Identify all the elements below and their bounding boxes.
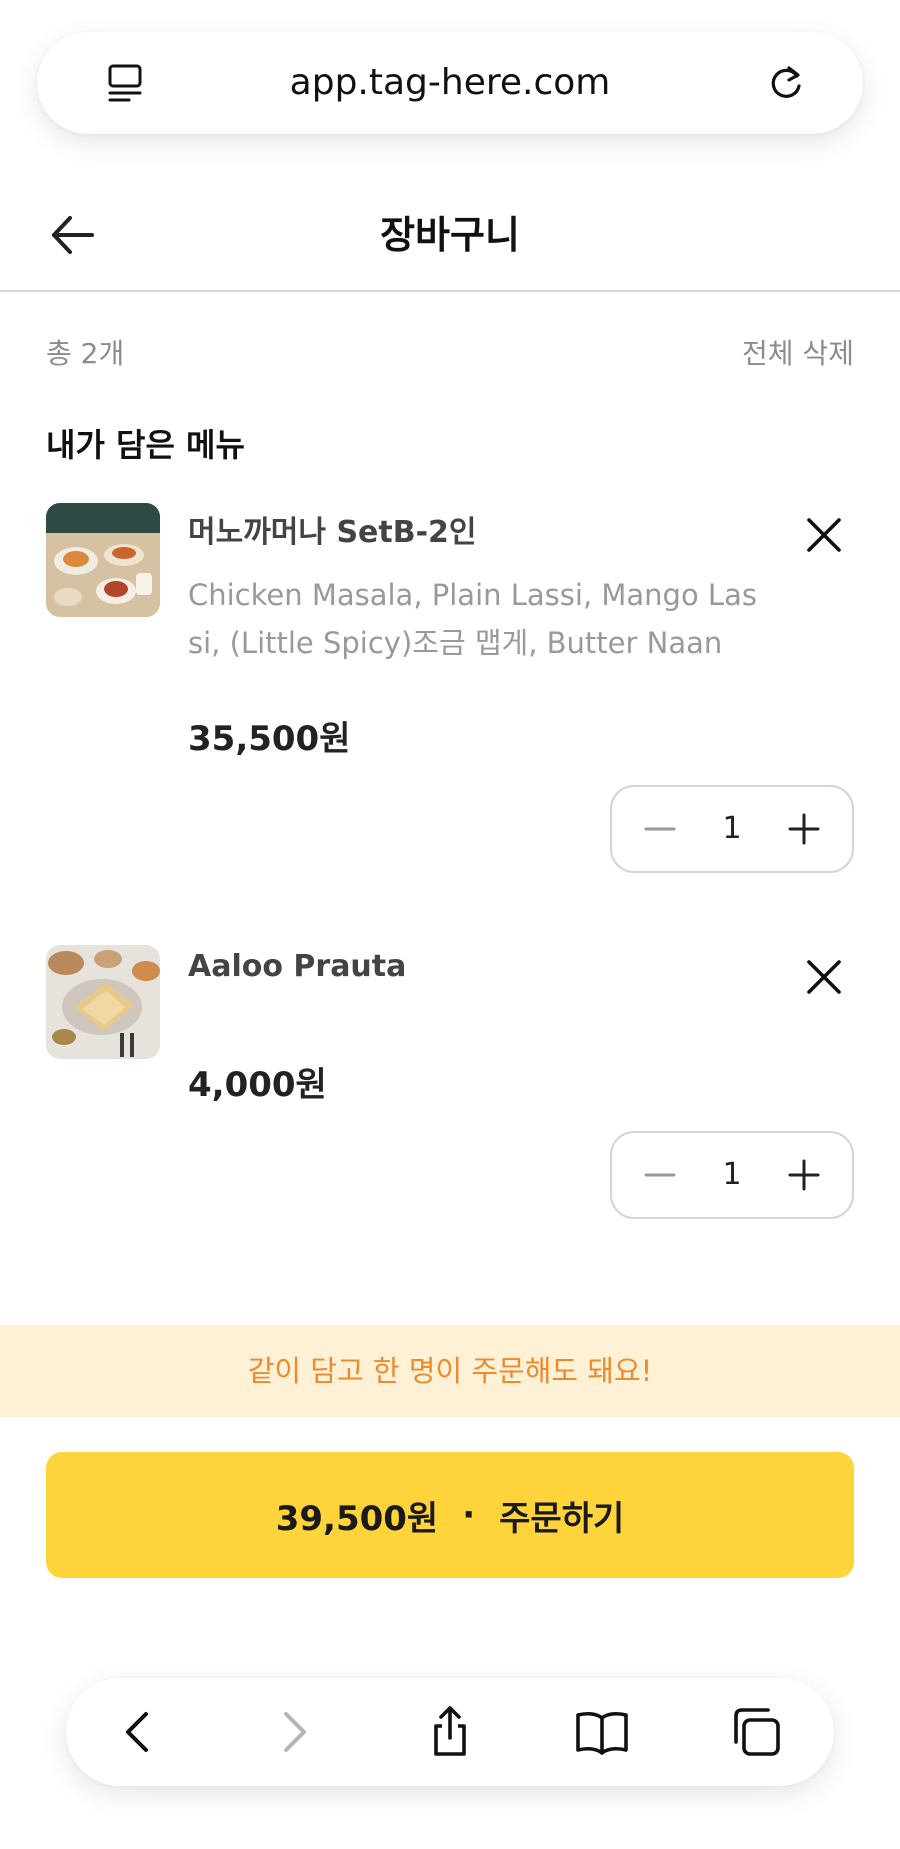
quantity-value: 1: [722, 1157, 742, 1192]
item-name: 머노까머나 SetB-2인: [188, 515, 477, 550]
url-text[interactable]: app.tag-here.com: [37, 32, 863, 134]
reload-icon[interactable]: [765, 62, 807, 104]
plus-icon[interactable]: [784, 809, 824, 849]
item-name: Aaloo Prauta: [188, 949, 407, 984]
item-price: 4,000원: [188, 1065, 327, 1105]
order-button[interactable]: 39,500원 · 주문하기: [46, 1452, 854, 1578]
order-total: 39,500원: [275, 1498, 439, 1539]
order-separator: ·: [462, 1495, 476, 1535]
bookmarks-icon[interactable]: [574, 1704, 630, 1760]
minus-icon[interactable]: [640, 809, 680, 849]
group-order-notice: 같이 담고 한 명이 주문해도 돼요!: [0, 1325, 900, 1417]
minus-icon[interactable]: [640, 1155, 680, 1195]
share-icon[interactable]: [422, 1704, 478, 1760]
forward-icon[interactable]: [266, 1704, 322, 1760]
clear-all-button[interactable]: 전체 삭제: [742, 332, 854, 372]
item-price: 35,500원: [188, 719, 351, 759]
item-options-line: Chicken Masala, Plain Lassi, Mango Las: [188, 578, 757, 612]
quantity-stepper: 1: [610, 785, 854, 873]
close-icon[interactable]: [804, 515, 844, 555]
order-label: 주문하기: [499, 1498, 625, 1539]
back-icon[interactable]: [110, 1704, 166, 1760]
total-count: 총 2개: [46, 337, 125, 370]
quantity-stepper: 1: [610, 1131, 854, 1219]
browser-toolbar: [66, 1678, 834, 1786]
plus-icon[interactable]: [784, 1155, 824, 1195]
page-header: 장바구니: [0, 180, 900, 292]
cart-item: Aaloo Prauta 4,000원 1: [0, 945, 900, 1225]
cart-summary: 총 2개 전체 삭제: [46, 332, 854, 372]
tabs-icon[interactable]: [728, 1704, 784, 1760]
close-icon[interactable]: [804, 957, 844, 997]
page-title: 장바구니: [380, 213, 520, 257]
address-bar[interactable]: app.tag-here.com: [37, 32, 863, 134]
cart-item: 머노까머나 SetB-2인 Chicken Masala, Plain Lass…: [0, 503, 900, 873]
quantity-value: 1: [722, 811, 742, 846]
food-thumbnail: [46, 503, 160, 617]
food-thumbnail: [46, 945, 160, 1059]
item-options: Chicken Masala, Plain Lassi, Mango Las s…: [188, 571, 778, 667]
item-options-line: si, (Little Spicy)조금 맵게, Butter Naan: [188, 626, 723, 660]
section-title: 내가 담은 메뉴: [46, 426, 245, 464]
